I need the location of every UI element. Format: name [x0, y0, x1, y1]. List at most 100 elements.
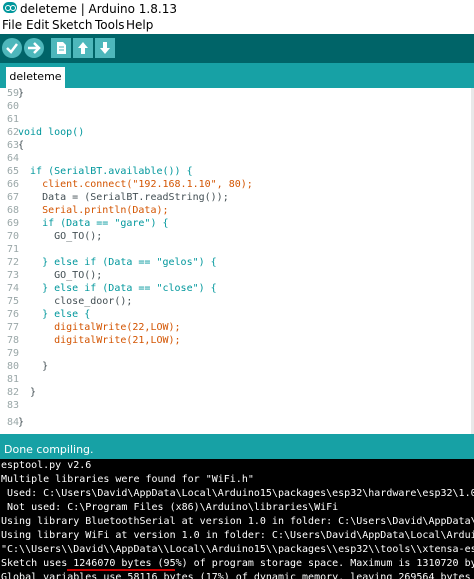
code-text: if (SerialBT.available()) { [18, 166, 193, 177]
console-line: "C:\\Users\\David\\AppData\\Local\\Ardui… [1, 544, 474, 555]
code-line: 81 [0, 374, 474, 386]
check-icon [6, 43, 18, 54]
line-number: 69 [6, 218, 19, 229]
code-text: { [18, 140, 25, 151]
title-bar: deleteme | Arduino 1.8.13 [0, 0, 474, 17]
console-line: Used: C:\Users\David\AppData\Local\Ardui… [1, 488, 474, 499]
code-line: 59} [0, 88, 474, 100]
annotation-underline [67, 569, 175, 571]
arduino-logo-icon [3, 2, 17, 13]
code-line: 72 } else if (Data == "gelos") { [0, 257, 474, 269]
line-number: 71 [6, 244, 19, 255]
status-message: Done compiling. [4, 443, 94, 456]
line-number: 62 [6, 127, 19, 138]
console-line: esptool.py v2.6 [1, 460, 92, 471]
menu-file[interactable]: File [2, 18, 22, 32]
code-text: } else if (Data == "close") { [18, 283, 217, 294]
arrow-right-icon [28, 42, 41, 54]
code-text: digitalWrite(22,LOW); [18, 322, 181, 333]
code-editor[interactable]: 59} 60 61 62 void loop() 63{ 64 65 if (Se… [0, 88, 474, 434]
code-line: 70 GO_TO(); [0, 231, 474, 243]
code-line: 77 digitalWrite(22,LOW); [0, 322, 474, 334]
line-number: 66 [6, 179, 19, 190]
menu-bar: File Edit Sketch Tools Help [0, 17, 474, 34]
save-button[interactable] [95, 38, 115, 58]
tab-deleteme[interactable]: deleteme [6, 67, 65, 88]
menu-edit[interactable]: Edit [26, 18, 49, 32]
code-text: Serial.println(Data); [18, 205, 169, 216]
code-text: } [18, 88, 25, 99]
open-button[interactable] [73, 38, 93, 58]
line-number: 82 [6, 387, 19, 398]
menu-tools[interactable]: Tools [95, 18, 125, 32]
verify-button[interactable] [2, 38, 22, 58]
line-number: 61 [6, 114, 19, 125]
line-number: 65 [6, 166, 19, 177]
line-number: 80 [6, 361, 19, 372]
console-line: Using library BluetoothSerial at version… [1, 516, 474, 527]
code-line: 63{ [0, 140, 474, 152]
code-line: 62 void loop() [0, 127, 474, 139]
line-number: 59 [6, 88, 19, 99]
code-line: 74 } else if (Data == "close") { [0, 283, 474, 295]
menu-help[interactable]: Help [126, 18, 153, 32]
code-text: digitalWrite(21,LOW); [18, 335, 181, 346]
code-line: 60 [0, 101, 474, 113]
code-text: if (Data == "gare") { [18, 218, 169, 229]
upload-button[interactable] [24, 38, 44, 58]
arrow-up-icon [78, 42, 88, 54]
line-number: 74 [6, 283, 19, 294]
new-button[interactable] [51, 38, 71, 58]
code-line: 65 if (SerialBT.available()) { [0, 166, 474, 178]
code-line: 75 close_door(); [0, 296, 474, 308]
code-line: 64 [0, 153, 474, 165]
new-file-icon [57, 42, 66, 54]
console-line: Multiple libraries were found for "WiFi.… [1, 474, 254, 485]
code-text: client.connect("192.168.1.10", 80); [18, 179, 253, 190]
line-number: 64 [6, 153, 19, 164]
code-line: 61 [0, 114, 474, 126]
code-line: 67 Data = (SerialBT.readString()); [0, 192, 474, 204]
line-number: 78 [6, 335, 19, 346]
line-number: 70 [6, 231, 19, 242]
line-number: 77 [6, 322, 19, 333]
code-line: 82 } [0, 387, 474, 399]
line-number: 68 [6, 205, 19, 216]
console-line: Not used: C:\Program Files (x86)\Arduino… [1, 502, 339, 513]
code-text: close_door(); [18, 296, 133, 307]
code-text: } else if (Data == "gelos") { [18, 257, 217, 268]
window-title: deleteme | Arduino 1.8.13 [20, 2, 177, 16]
console-line: Using library WiFi at version 1.0 in fol… [1, 530, 474, 541]
code-text: } else { [18, 309, 91, 320]
line-number: 81 [6, 374, 19, 385]
code-line: 79 [0, 348, 474, 360]
code-line: 76 } else { [0, 309, 474, 321]
code-line: 68 Serial.println(Data); [0, 205, 474, 217]
code-text: Data = (SerialBT.readString()); [18, 192, 229, 203]
code-line: 84} [0, 417, 474, 429]
line-number: 72 [6, 257, 19, 268]
code-line: 71 [0, 244, 474, 256]
code-line: 69 if (Data == "gare") { [0, 218, 474, 230]
menu-sketch[interactable]: Sketch [52, 18, 92, 32]
line-number: 79 [6, 348, 19, 359]
console-line: Global variables use 58116 bytes (17%) o… [1, 572, 474, 579]
code-line: 66 client.connect("192.168.1.10", 80); [0, 179, 474, 191]
code-text: } [18, 387, 37, 398]
code-line: 83 [0, 400, 474, 412]
toolbar [0, 34, 474, 63]
line-number: 76 [6, 309, 19, 320]
code-text: GO_TO(); [18, 231, 103, 242]
line-number: 63 [6, 140, 19, 151]
line-number: 60 [6, 101, 19, 112]
code-text: } [18, 361, 49, 372]
line-number: 83 [6, 400, 19, 411]
line-number: 84 [6, 417, 19, 428]
console-output[interactable]: esptool.py v2.6 Multiple libraries were … [0, 459, 474, 579]
code-line: 73 GO_TO(); [0, 270, 474, 282]
code-text: GO_TO(); [18, 270, 103, 281]
arrow-down-icon [100, 42, 110, 54]
line-number: 73 [6, 270, 19, 281]
line-number: 75 [6, 296, 19, 307]
line-number: 67 [6, 192, 19, 203]
